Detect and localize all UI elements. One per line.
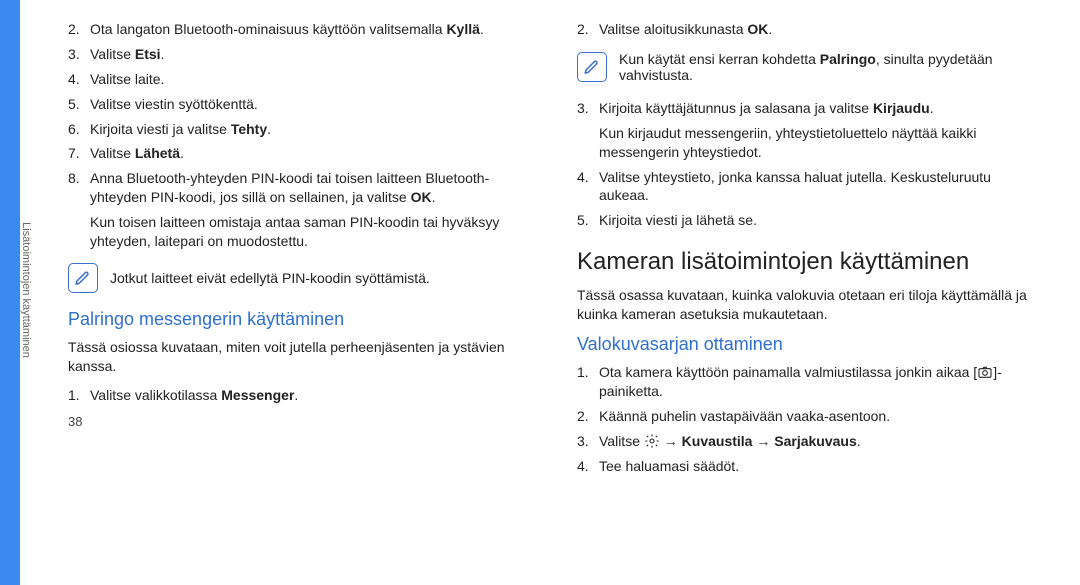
list-item: 5.Kirjoita viesti ja lähetä se. [577, 211, 1042, 230]
list-item: 2.Ota langaton Bluetooth-ominaisuus käyt… [68, 20, 533, 39]
heading-palringo: Palringo messengerin käyttäminen [68, 309, 533, 330]
sidebar-margin: Lisätoimintojen käyttäminen [0, 0, 40, 585]
list-item: 1.Valitse valikkotilassa Messenger. [68, 386, 533, 405]
login-subtext: Kun kirjaudut messengeriin, yhteystietol… [599, 124, 1042, 162]
page-content: 2.Ota langaton Bluetooth-ominaisuus käyt… [40, 0, 1080, 585]
note-icon [577, 52, 607, 82]
login-steps: 3.Kirjoita käyttäjätunnus ja salasana ja… [577, 99, 1042, 118]
heading-burst: Valokuvasarjan ottaminen [577, 334, 1042, 355]
step-8-subtext: Kun toisen laitteen omistaja antaa saman… [90, 213, 533, 251]
bluetooth-steps: 2.Ota langaton Bluetooth-ominaisuus käyt… [68, 20, 533, 207]
list-item: 4.Valitse yhteystieto, jonka kanssa halu… [577, 168, 1042, 206]
list-item: 3. Valitse → Kuvaustila → Sarjakuvaus. [577, 432, 1042, 451]
note-icon [68, 263, 98, 293]
list-item: 3.Valitse Etsi. [68, 45, 533, 64]
palringo-steps: 1.Valitse valikkotilassa Messenger. [68, 386, 533, 405]
palringo-steps-contd: 2.Valitse aloitusikkunasta OK. [577, 20, 1042, 39]
sidebar-accent-bar [0, 0, 20, 585]
burst-steps: 1. Ota kamera käyttöön painamalla valmiu… [577, 363, 1042, 475]
heading-camera: Kameran lisätoimintojen käyttäminen [577, 248, 1042, 276]
list-item: 3.Kirjoita käyttäjätunnus ja salasana ja… [577, 99, 1042, 118]
list-item: 5.Valitse viestin syöttökenttä. [68, 95, 533, 114]
list-item: 7.Valitse Lähetä. [68, 144, 533, 163]
list-item: 2.Valitse aloitusikkunasta OK. [577, 20, 1042, 39]
section-running-head: Lisätoimintojen käyttäminen [20, 222, 32, 358]
note-text: Jotkut laitteet eivät edellytä PIN-koodi… [110, 270, 533, 286]
palringo-lede: Tässä osiossa kuvataan, miten voit jutel… [68, 338, 533, 376]
list-item: 6.Kirjoita viesti ja valitse Tehty. [68, 120, 533, 139]
list-item: 2.Käännä puhelin vastapäivään vaaka-asen… [577, 407, 1042, 426]
camera-lede: Tässä osassa kuvataan, kuinka valokuvia … [577, 286, 1042, 324]
list-item: 4.Tee haluamasi säädöt. [577, 457, 1042, 476]
note-box: Kun käytät ensi kerran kohdetta Palringo… [577, 51, 1042, 83]
chat-steps: 4.Valitse yhteystieto, jonka kanssa halu… [577, 168, 1042, 231]
list-item: 8.Anna Bluetooth-yhteyden PIN-koodi tai … [68, 169, 533, 207]
gear-icon [644, 433, 660, 449]
camera-icon [977, 364, 993, 380]
list-item: 4.Valitse laite. [68, 70, 533, 89]
note-box: Jotkut laitteet eivät edellytä PIN-koodi… [68, 263, 533, 293]
list-item: 1. Ota kamera käyttöön painamalla valmiu… [577, 363, 1042, 401]
page-number: 38 [68, 413, 533, 431]
note-text: Kun käytät ensi kerran kohdetta Palringo… [619, 51, 1042, 83]
